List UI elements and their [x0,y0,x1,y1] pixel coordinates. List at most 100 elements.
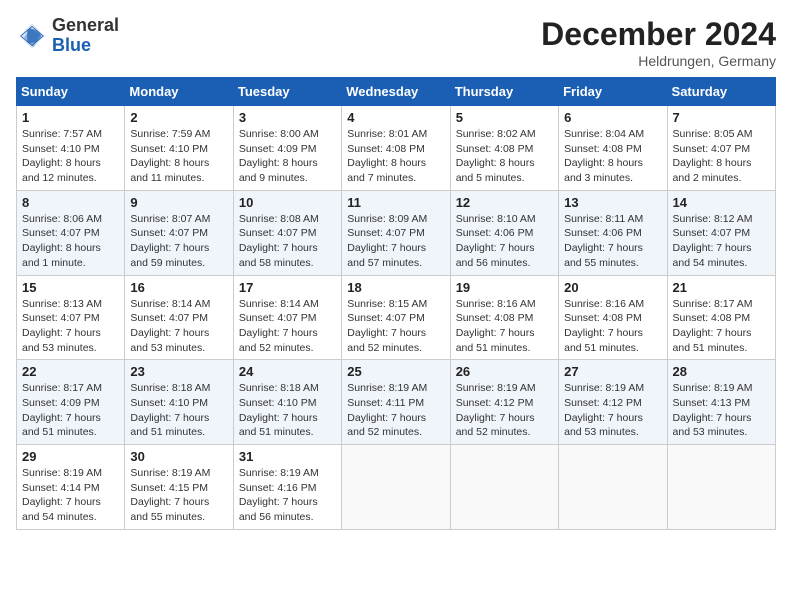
day-info: Sunrise: 8:19 AM Sunset: 4:14 PM Dayligh… [22,466,119,525]
calendar-cell: 20 Sunrise: 8:16 AM Sunset: 4:08 PM Dayli… [559,275,667,360]
calendar-cell: 30Sunrise: 8:19 AM Sunset: 4:15 PM Dayli… [125,445,233,530]
day-number: 18 [347,280,444,295]
day-number: 27 [564,364,661,379]
location-subtitle: Heldrungen, Germany [541,53,776,69]
logo-general: General [52,15,119,35]
calendar-cell: 23 Sunrise: 8:18 AM Sunset: 4:10 PM Dayli… [125,360,233,445]
logo-text: General Blue [52,16,119,56]
day-info: Sunrise: 8:19 AM Sunset: 4:16 PM Dayligh… [239,466,336,525]
day-number: 3 [239,110,336,125]
day-number: 17 [239,280,336,295]
day-info: Sunrise: 8:19 AM Sunset: 4:12 PM Dayligh… [456,381,553,440]
day-info: Sunrise: 8:18 AM Sunset: 4:10 PM Dayligh… [130,381,227,440]
day-info: Sunrise: 8:08 AM Sunset: 4:07 PM Dayligh… [239,212,336,271]
calendar-cell: 8 Sunrise: 8:06 AM Sunset: 4:07 PM Daylig… [17,190,125,275]
month-title: December 2024 [541,16,776,53]
day-number: 22 [22,364,119,379]
day-number: 12 [456,195,553,210]
column-header-thursday: Thursday [450,78,558,106]
day-info: Sunrise: 8:18 AM Sunset: 4:10 PM Dayligh… [239,381,336,440]
day-number: 21 [673,280,770,295]
calendar-cell: 29 Sunrise: 8:19 AM Sunset: 4:14 PM Dayli… [17,445,125,530]
calendar-cell: 2Sunrise: 7:59 AM Sunset: 4:10 PM Daylig… [125,106,233,191]
page-header: General Blue December 2024 Heldrungen, G… [16,16,776,69]
day-info: Sunrise: 8:01 AM Sunset: 4:08 PM Dayligh… [347,127,444,186]
calendar-cell: 5Sunrise: 8:02 AM Sunset: 4:08 PM Daylig… [450,106,558,191]
calendar-cell: 22 Sunrise: 8:17 AM Sunset: 4:09 PM Dayli… [17,360,125,445]
day-number: 16 [130,280,227,295]
calendar-cell: 6 Sunrise: 8:04 AM Sunset: 4:08 PM Daylig… [559,106,667,191]
column-header-tuesday: Tuesday [233,78,341,106]
calendar-cell [667,445,775,530]
calendar-cell: 4 Sunrise: 8:01 AM Sunset: 4:08 PM Daylig… [342,106,450,191]
calendar-table: SundayMondayTuesdayWednesdayThursdayFrid… [16,77,776,530]
day-number: 23 [130,364,227,379]
day-info: Sunrise: 8:17 AM Sunset: 4:09 PM Dayligh… [22,381,119,440]
calendar-cell: 24 Sunrise: 8:18 AM Sunset: 4:10 PM Dayli… [233,360,341,445]
day-info: Sunrise: 8:13 AM Sunset: 4:07 PM Dayligh… [22,297,119,356]
calendar-cell: 15 Sunrise: 8:13 AM Sunset: 4:07 PM Dayli… [17,275,125,360]
day-info: Sunrise: 8:19 AM Sunset: 4:13 PM Dayligh… [673,381,770,440]
calendar-cell [559,445,667,530]
column-header-sunday: Sunday [17,78,125,106]
day-number: 31 [239,449,336,464]
calendar-week-row: 8 Sunrise: 8:06 AM Sunset: 4:07 PM Daylig… [17,190,776,275]
calendar-cell: 18 Sunrise: 8:15 AM Sunset: 4:07 PM Dayli… [342,275,450,360]
day-info: Sunrise: 8:19 AM Sunset: 4:15 PM Dayligh… [130,466,227,525]
calendar-cell: 17 Sunrise: 8:14 AM Sunset: 4:07 PM Dayli… [233,275,341,360]
day-info: Sunrise: 8:15 AM Sunset: 4:07 PM Dayligh… [347,297,444,356]
calendar-cell: 14 Sunrise: 8:12 AM Sunset: 4:07 PM Dayli… [667,190,775,275]
title-block: December 2024 Heldrungen, Germany [541,16,776,69]
day-number: 8 [22,195,119,210]
day-number: 20 [564,280,661,295]
day-number: 25 [347,364,444,379]
calendar-cell: 25 Sunrise: 8:19 AM Sunset: 4:11 PM Dayli… [342,360,450,445]
day-info: Sunrise: 8:19 AM Sunset: 4:12 PM Dayligh… [564,381,661,440]
calendar-cell: 3 Sunrise: 8:00 AM Sunset: 4:09 PM Daylig… [233,106,341,191]
day-info: Sunrise: 8:12 AM Sunset: 4:07 PM Dayligh… [673,212,770,271]
calendar-cell: 1Sunrise: 7:57 AM Sunset: 4:10 PM Daylig… [17,106,125,191]
day-number: 2 [130,110,227,125]
calendar-cell: 19Sunrise: 8:16 AM Sunset: 4:08 PM Dayli… [450,275,558,360]
day-number: 9 [130,195,227,210]
logo-blue: Blue [52,35,91,55]
day-info: Sunrise: 8:10 AM Sunset: 4:06 PM Dayligh… [456,212,553,271]
day-info: Sunrise: 8:00 AM Sunset: 4:09 PM Dayligh… [239,127,336,186]
day-info: Sunrise: 8:06 AM Sunset: 4:07 PM Dayligh… [22,212,119,271]
calendar-week-row: 15 Sunrise: 8:13 AM Sunset: 4:07 PM Dayli… [17,275,776,360]
calendar-cell: 16 Sunrise: 8:14 AM Sunset: 4:07 PM Dayli… [125,275,233,360]
calendar-cell: 7Sunrise: 8:05 AM Sunset: 4:07 PM Daylig… [667,106,775,191]
day-number: 24 [239,364,336,379]
day-info: Sunrise: 8:02 AM Sunset: 4:08 PM Dayligh… [456,127,553,186]
day-info: Sunrise: 8:14 AM Sunset: 4:07 PM Dayligh… [130,297,227,356]
day-info: Sunrise: 8:04 AM Sunset: 4:08 PM Dayligh… [564,127,661,186]
day-number: 15 [22,280,119,295]
day-number: 6 [564,110,661,125]
logo: General Blue [16,16,119,56]
day-number: 10 [239,195,336,210]
day-number: 4 [347,110,444,125]
calendar-cell [342,445,450,530]
calendar-week-row: 1Sunrise: 7:57 AM Sunset: 4:10 PM Daylig… [17,106,776,191]
day-number: 29 [22,449,119,464]
column-header-saturday: Saturday [667,78,775,106]
day-info: Sunrise: 8:17 AM Sunset: 4:08 PM Dayligh… [673,297,770,356]
day-info: Sunrise: 8:14 AM Sunset: 4:07 PM Dayligh… [239,297,336,356]
calendar-week-row: 29 Sunrise: 8:19 AM Sunset: 4:14 PM Dayli… [17,445,776,530]
day-number: 28 [673,364,770,379]
calendar-cell: 27 Sunrise: 8:19 AM Sunset: 4:12 PM Dayli… [559,360,667,445]
calendar-cell: 12 Sunrise: 8:10 AM Sunset: 4:06 PM Dayli… [450,190,558,275]
day-info: Sunrise: 8:19 AM Sunset: 4:11 PM Dayligh… [347,381,444,440]
day-info: Sunrise: 8:16 AM Sunset: 4:08 PM Dayligh… [564,297,661,356]
day-number: 11 [347,195,444,210]
calendar-header-row: SundayMondayTuesdayWednesdayThursdayFrid… [17,78,776,106]
day-info: Sunrise: 7:57 AM Sunset: 4:10 PM Dayligh… [22,127,119,186]
day-info: Sunrise: 8:11 AM Sunset: 4:06 PM Dayligh… [564,212,661,271]
calendar-cell: 9 Sunrise: 8:07 AM Sunset: 4:07 PM Daylig… [125,190,233,275]
day-number: 14 [673,195,770,210]
calendar-cell: 28 Sunrise: 8:19 AM Sunset: 4:13 PM Dayli… [667,360,775,445]
day-info: Sunrise: 8:07 AM Sunset: 4:07 PM Dayligh… [130,212,227,271]
calendar-cell: 21 Sunrise: 8:17 AM Sunset: 4:08 PM Dayli… [667,275,775,360]
day-info: Sunrise: 8:05 AM Sunset: 4:07 PM Dayligh… [673,127,770,186]
calendar-cell: 10 Sunrise: 8:08 AM Sunset: 4:07 PM Dayli… [233,190,341,275]
